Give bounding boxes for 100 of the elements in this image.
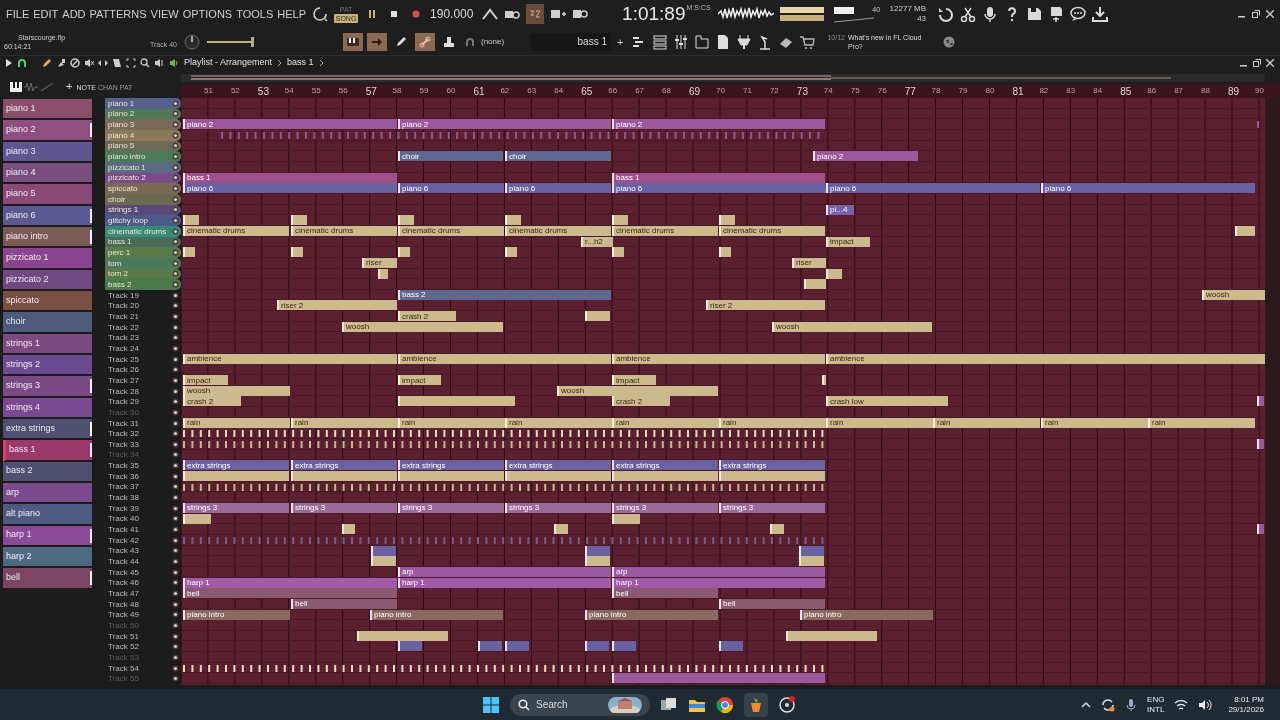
track-header[interactable]: perc 1 [105, 247, 181, 258]
mute-dot-icon[interactable] [172, 664, 179, 672]
pattern-item[interactable]: piano 6 [3, 205, 92, 227]
pattern-clip[interactable] [398, 641, 422, 652]
playback-icon[interactable] [154, 58, 164, 68]
audio-clip[interactable] [612, 247, 624, 258]
pattern-clip[interactable]: bell [183, 588, 397, 599]
language-indicator[interactable]: ENG [1147, 694, 1165, 705]
audio-clip[interactable] [183, 470, 289, 481]
audio-clip[interactable]: rain [291, 417, 398, 428]
chevron-up-icon[interactable] [1081, 699, 1092, 710]
pattern-clip[interactable] [371, 545, 396, 556]
track-header[interactable]: glitchy loop [105, 215, 181, 226]
audio-clip[interactable]: impact [398, 375, 441, 386]
pattern-clip[interactable]: piano intro [800, 609, 933, 620]
audio-clip[interactable]: cinematic drums [505, 225, 611, 236]
audio-clip[interactable]: woosh [1202, 289, 1265, 300]
track-header[interactable]: bass 1 [105, 236, 181, 248]
pattern-clip[interactable]: bell [291, 598, 397, 609]
track-header[interactable]: Track 49 [105, 609, 181, 621]
audio-clip[interactable] [612, 513, 640, 524]
timeline-ruler[interactable]: 51 52 53 54 55 56 57 58 59 60 61 62 63 64 65 66 67 68 69 70 71 72 73 74 75 76 77 78 79 80 81 82 83 84 85 86 87 88 89 90 [181, 84, 1280, 98]
mute-dot-icon[interactable] [172, 131, 179, 139]
mute-dot-icon[interactable] [172, 99, 179, 107]
audio-clip[interactable] [183, 513, 211, 524]
pattern-clip[interactable]: strings 3 [719, 502, 825, 513]
audio-clip[interactable]: riser [362, 257, 397, 268]
sync-icon[interactable] [1101, 697, 1116, 712]
restore-icon[interactable] [1252, 10, 1260, 18]
pattern-clip[interactable] [612, 673, 825, 684]
audio-clip[interactable]: woosh [342, 321, 503, 332]
pattern-clip[interactable]: piano 2 [183, 119, 397, 130]
audio-clip[interactable]: cinematic drums [719, 225, 825, 236]
audio-clip[interactable] [505, 247, 517, 258]
menu-item[interactable]: FILE [6, 5, 30, 23]
mute-dot-icon[interactable] [172, 206, 179, 214]
audio-clip[interactable] [719, 247, 731, 258]
pattern-item[interactable]: strings 4 [3, 397, 92, 419]
track-header[interactable]: piano 2 [105, 108, 181, 120]
piano-roll-button[interactable] [343, 32, 363, 51]
audio-clip[interactable]: ambience [398, 353, 611, 364]
audio-clip[interactable] [342, 524, 355, 535]
track-header[interactable]: piano 4 [105, 129, 181, 141]
pattern-item[interactable]: piano 5 [3, 184, 92, 206]
mute-dot-icon[interactable] [172, 526, 179, 534]
pattern-item[interactable]: bell [3, 568, 92, 590]
pattern-item[interactable]: strings 1 [3, 333, 92, 355]
pattern-item[interactable]: piano intro [3, 226, 92, 249]
pattern-clip[interactable] [612, 641, 636, 652]
mute-dot-icon[interactable] [172, 323, 179, 331]
track-header[interactable]: Track 27 [105, 375, 181, 386]
audio-clip[interactable] [398, 396, 515, 407]
pattern-item[interactable]: arp [3, 482, 92, 505]
audio-clip[interactable]: rain [933, 417, 1040, 428]
mute-dot-icon[interactable] [172, 334, 179, 342]
track-header[interactable]: piano 3 [105, 119, 181, 130]
pattern-clip[interactable]: piano 6 [183, 183, 397, 194]
menu-item[interactable]: ADD [62, 5, 86, 23]
mute-dot-icon[interactable] [172, 110, 179, 118]
audio-clip[interactable] [612, 215, 628, 226]
track-header[interactable]: tom [105, 257, 181, 269]
track-header[interactable]: Track 38 [105, 492, 181, 503]
track-header[interactable]: piano intro [105, 151, 181, 162]
mute-dot-icon[interactable] [172, 270, 179, 278]
track-header[interactable]: Track 52 [105, 641, 181, 653]
pattern-clip[interactable]: piano 2 [398, 119, 611, 130]
audio-clip[interactable]: woosh [557, 385, 718, 396]
save-as-icon[interactable] [1048, 6, 1065, 22]
audio-clip[interactable] [291, 247, 303, 258]
track-header[interactable]: Track 43 [105, 545, 181, 557]
track-header[interactable]: strings 1 [105, 204, 181, 216]
audio-clip[interactable] [357, 630, 448, 641]
mute-dot-icon[interactable] [172, 376, 179, 384]
pattern-item[interactable]: piano 4 [3, 163, 92, 185]
mute-dot-icon[interactable] [172, 462, 179, 470]
audio-clip[interactable]: rain [398, 417, 505, 428]
track-header[interactable]: pizzicato 1 [105, 161, 181, 173]
pattern-clip[interactable]: bass 1 [183, 172, 397, 183]
audio-clip[interactable]: cinematic drums [291, 225, 397, 236]
pattern-clip[interactable]: arp [612, 566, 825, 577]
pattern-clip[interactable]: piano 6 [398, 183, 504, 194]
track-header[interactable]: tom 2 [105, 268, 181, 280]
track-header[interactable]: Track 26 [105, 364, 181, 376]
track-header[interactable]: spiccato [105, 183, 181, 194]
pattern-clip[interactable] [585, 545, 610, 556]
mute-dot-icon[interactable] [172, 153, 179, 161]
audio-clip[interactable]: riser [792, 257, 826, 268]
mute-dot-icon[interactable] [172, 366, 179, 374]
audio-clip[interactable]: ambience [612, 353, 825, 364]
mute-dot-icon[interactable] [172, 504, 179, 512]
track-header[interactable]: Track 51 [105, 630, 181, 642]
mute-dot-icon[interactable] [172, 291, 179, 299]
pattern-clip[interactable]: harp 1 [398, 577, 611, 588]
mute-dot-icon[interactable] [172, 185, 179, 193]
mute-dot-icon[interactable] [172, 281, 179, 288]
audio-clip[interactable] [398, 215, 414, 226]
track-header[interactable]: Track 41 [105, 524, 181, 535]
add-track-button[interactable]: + [66, 81, 73, 92]
mute-dot-icon[interactable] [172, 515, 179, 523]
pattern-clip[interactable] [505, 641, 529, 652]
